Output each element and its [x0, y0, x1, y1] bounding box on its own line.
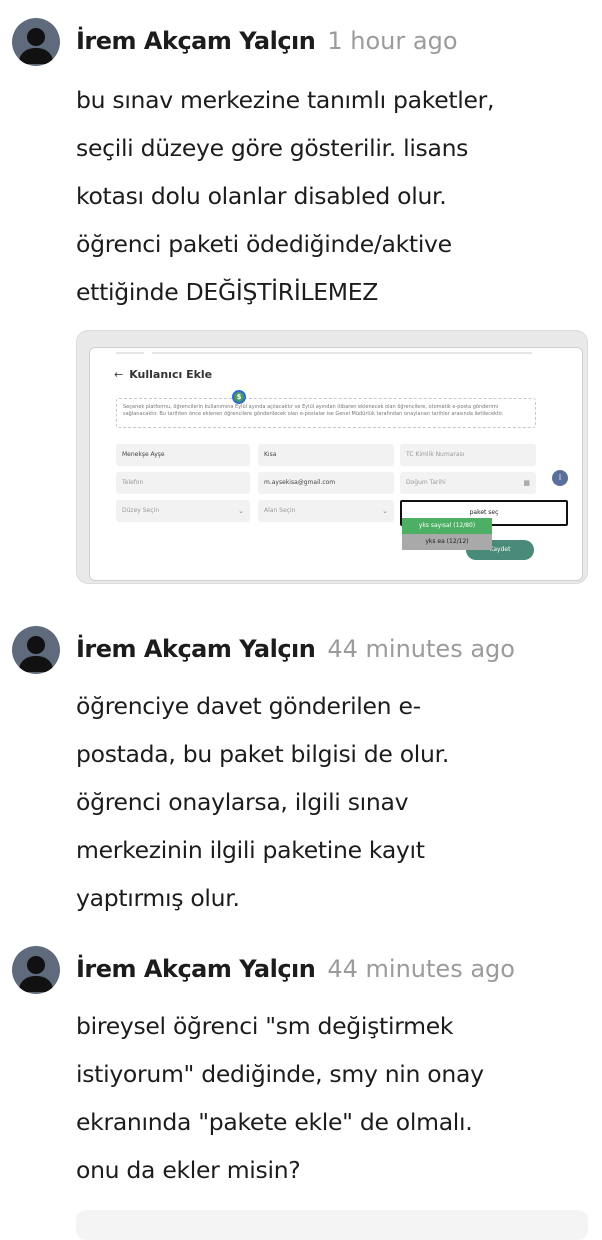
comment-body: bu sınav merkezine tanımlı paketler, seç… — [76, 76, 586, 316]
comment-line: ekranında "pakete ekle" de olmalı. — [76, 1108, 473, 1136]
info-notice: Seçenek platformu, öğrencilerin kullanım… — [116, 398, 536, 428]
comment-line: öğrenci onaylarsa, ilgili sınav — [76, 788, 409, 816]
comment-line: onu da ekler misin? — [76, 1156, 301, 1184]
comment-line: öğrenciye davet gönderilen e- — [76, 692, 421, 720]
comment-body: öğrenciye davet gönderilen e- postada, b… — [76, 682, 586, 922]
comment-line: istiyorum" dediğinde, smy nin onay — [76, 1060, 484, 1088]
user-silhouette-icon — [18, 28, 54, 64]
tc-number-field: TC Kimlik Numarası — [400, 444, 536, 466]
comment-body: bireysel öğrenci "sm değiştirmek istiyor… — [76, 1002, 586, 1194]
level-placeholder: Düzey Seçin — [122, 507, 159, 514]
next-attachment-preview — [76, 1210, 588, 1240]
comment-line: bireysel öğrenci "sm değiştirmek — [76, 1012, 454, 1040]
avatar[interactable] — [12, 18, 60, 66]
chevron-down-icon: ⌄ — [382, 507, 388, 515]
birth-date-field: Doğum Tarihi ▦ — [400, 472, 536, 494]
area-select: Alan Seçin ⌄ — [258, 500, 394, 522]
author-name[interactable]: İrem Akçam Yalçın — [76, 955, 316, 983]
area-placeholder: Alan Seçin — [264, 507, 296, 514]
dollar-badge-icon: $ — [232, 390, 246, 404]
divider — [116, 352, 144, 354]
chevron-down-icon: ⌄ — [238, 507, 244, 515]
first-name-field: Menekşe Ayşe — [116, 444, 250, 466]
author-name[interactable]: İrem Akçam Yalçın — [76, 635, 316, 663]
info-icon: i — [552, 470, 568, 486]
back-arrow-icon: ← — [114, 368, 124, 381]
avatar[interactable] — [12, 626, 60, 674]
comment-timestamp[interactable]: 44 minutes ago — [327, 635, 515, 663]
phone-field: Telefon — [116, 472, 250, 494]
comment-line: öğrenci paketi ödediğinde/aktive — [76, 230, 452, 258]
image-attachment[interactable]: ← Kullanıcı Ekle Seçenek platformu, öğren… — [76, 330, 588, 584]
comment-line: bu sınav merkezine tanımlı paketler, — [76, 86, 495, 114]
level-select: Düzey Seçin ⌄ — [116, 500, 250, 522]
comment-author[interactable]: İrem Akçam Yalçın 44 minutes ago — [76, 955, 515, 983]
comment-line: seçili düzeye göre gösterilir. lisans — [76, 134, 469, 162]
birth-date-placeholder: Doğum Tarihi — [406, 479, 446, 486]
comment-line: merkezinin ilgili paketine kayıt — [76, 836, 425, 864]
package-option-enabled: yks sayısal (12/80) — [402, 518, 492, 534]
comment-timestamp[interactable]: 1 hour ago — [327, 27, 457, 55]
comment-line: kotası dolu olanlar disabled olur. — [76, 182, 447, 210]
attachment-screenshot: ← Kullanıcı Ekle Seçenek platformu, öğren… — [89, 347, 583, 581]
comment-line: yaptırmış olur. — [76, 884, 240, 912]
comment-author[interactable]: İrem Akçam Yalçın 44 minutes ago — [76, 635, 515, 663]
divider — [152, 352, 532, 354]
package-option-disabled: yks ea (12/12) — [402, 534, 492, 550]
form-title: ← Kullanıcı Ekle — [114, 368, 212, 381]
email-field: m.aysekisa@gmail.com — [258, 472, 394, 494]
user-silhouette-icon — [18, 636, 54, 672]
user-silhouette-icon — [18, 956, 54, 992]
comment-author[interactable]: İrem Akçam Yalçın 1 hour ago — [76, 27, 458, 55]
author-name[interactable]: İrem Akçam Yalçın — [76, 27, 316, 55]
form-title-text: Kullanıcı Ekle — [129, 368, 213, 381]
comment-line: postada, bu paket bilgisi de olur. — [76, 740, 450, 768]
comment-timestamp[interactable]: 44 minutes ago — [327, 955, 515, 983]
last-name-field: Kısa — [258, 444, 394, 466]
avatar[interactable] — [12, 946, 60, 994]
calendar-icon: ▦ — [523, 479, 530, 487]
comment-line: ettiğinde DEĞİŞTİRİLEMEZ — [76, 278, 379, 306]
